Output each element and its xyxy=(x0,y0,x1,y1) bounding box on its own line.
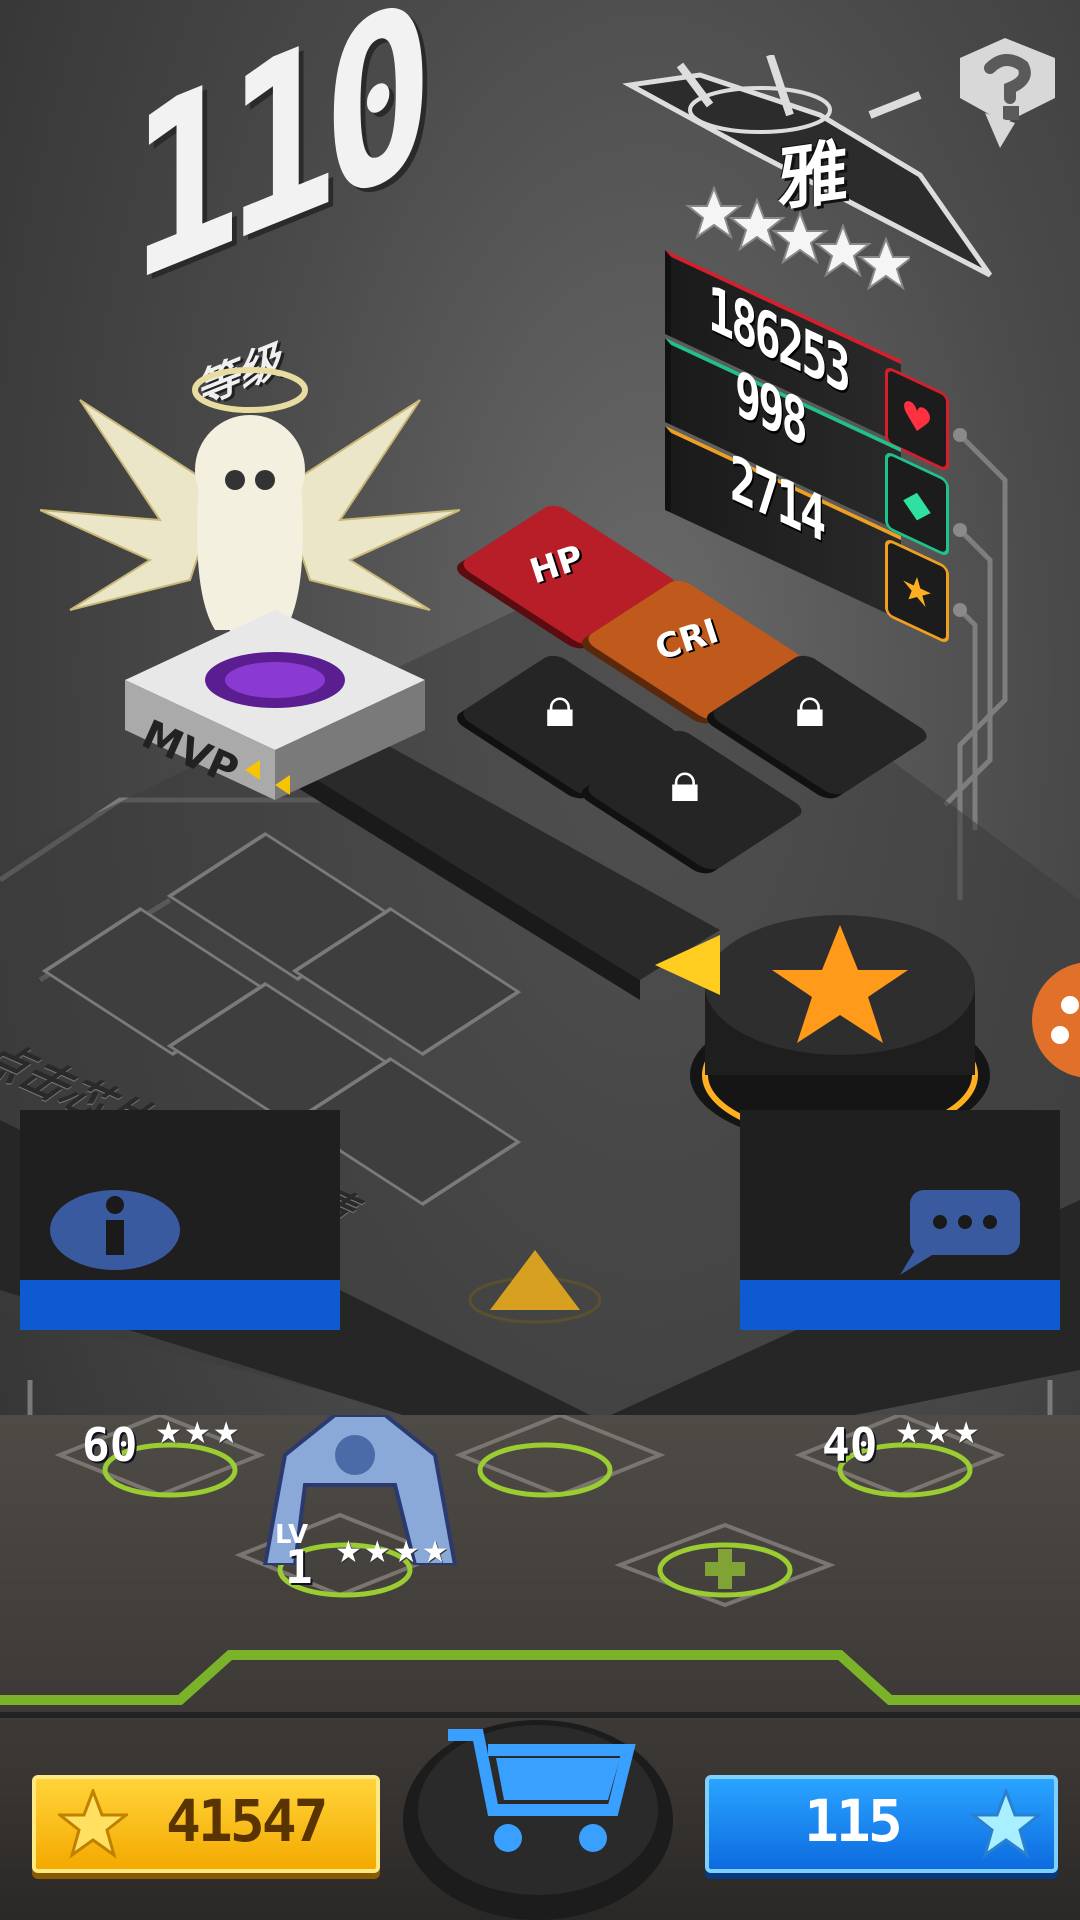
gold-star-icon xyxy=(58,1789,128,1859)
chat-button[interactable] xyxy=(740,1110,1060,1340)
lock-icon: 🔒︎ xyxy=(545,675,575,740)
squad-2-stars: ★★★★ xyxy=(335,1535,451,1570)
squad-3-stars: ★★★ xyxy=(895,1416,982,1451)
side-orange-button[interactable] xyxy=(1030,960,1080,1080)
blue-star-icon xyxy=(971,1789,1041,1859)
gem-currency[interactable]: 115 xyxy=(705,1775,1058,1873)
arrow-glow-icon xyxy=(655,935,720,995)
info-button[interactable] xyxy=(20,1110,340,1340)
mvp-pedestal xyxy=(125,610,425,800)
expand-up-arrow-icon[interactable] xyxy=(465,1245,605,1325)
gem-value: 115 xyxy=(804,1787,903,1855)
lock-icon: 🔒︎ xyxy=(670,750,700,815)
plus-icon xyxy=(705,1549,745,1589)
squad-1-stars: ★★★ xyxy=(155,1416,242,1451)
info-icon xyxy=(106,1196,124,1255)
gold-currency[interactable]: 41547 xyxy=(32,1775,380,1873)
shop-cart-button[interactable] xyxy=(398,1690,678,1920)
squad-2-level: 1 xyxy=(285,1540,313,1594)
squad-3-level: 40 xyxy=(822,1418,878,1472)
gold-value: 41547 xyxy=(166,1787,329,1855)
lock-icon: 🔒︎ xyxy=(795,675,825,740)
squad-1-level: 60 xyxy=(82,1418,138,1472)
